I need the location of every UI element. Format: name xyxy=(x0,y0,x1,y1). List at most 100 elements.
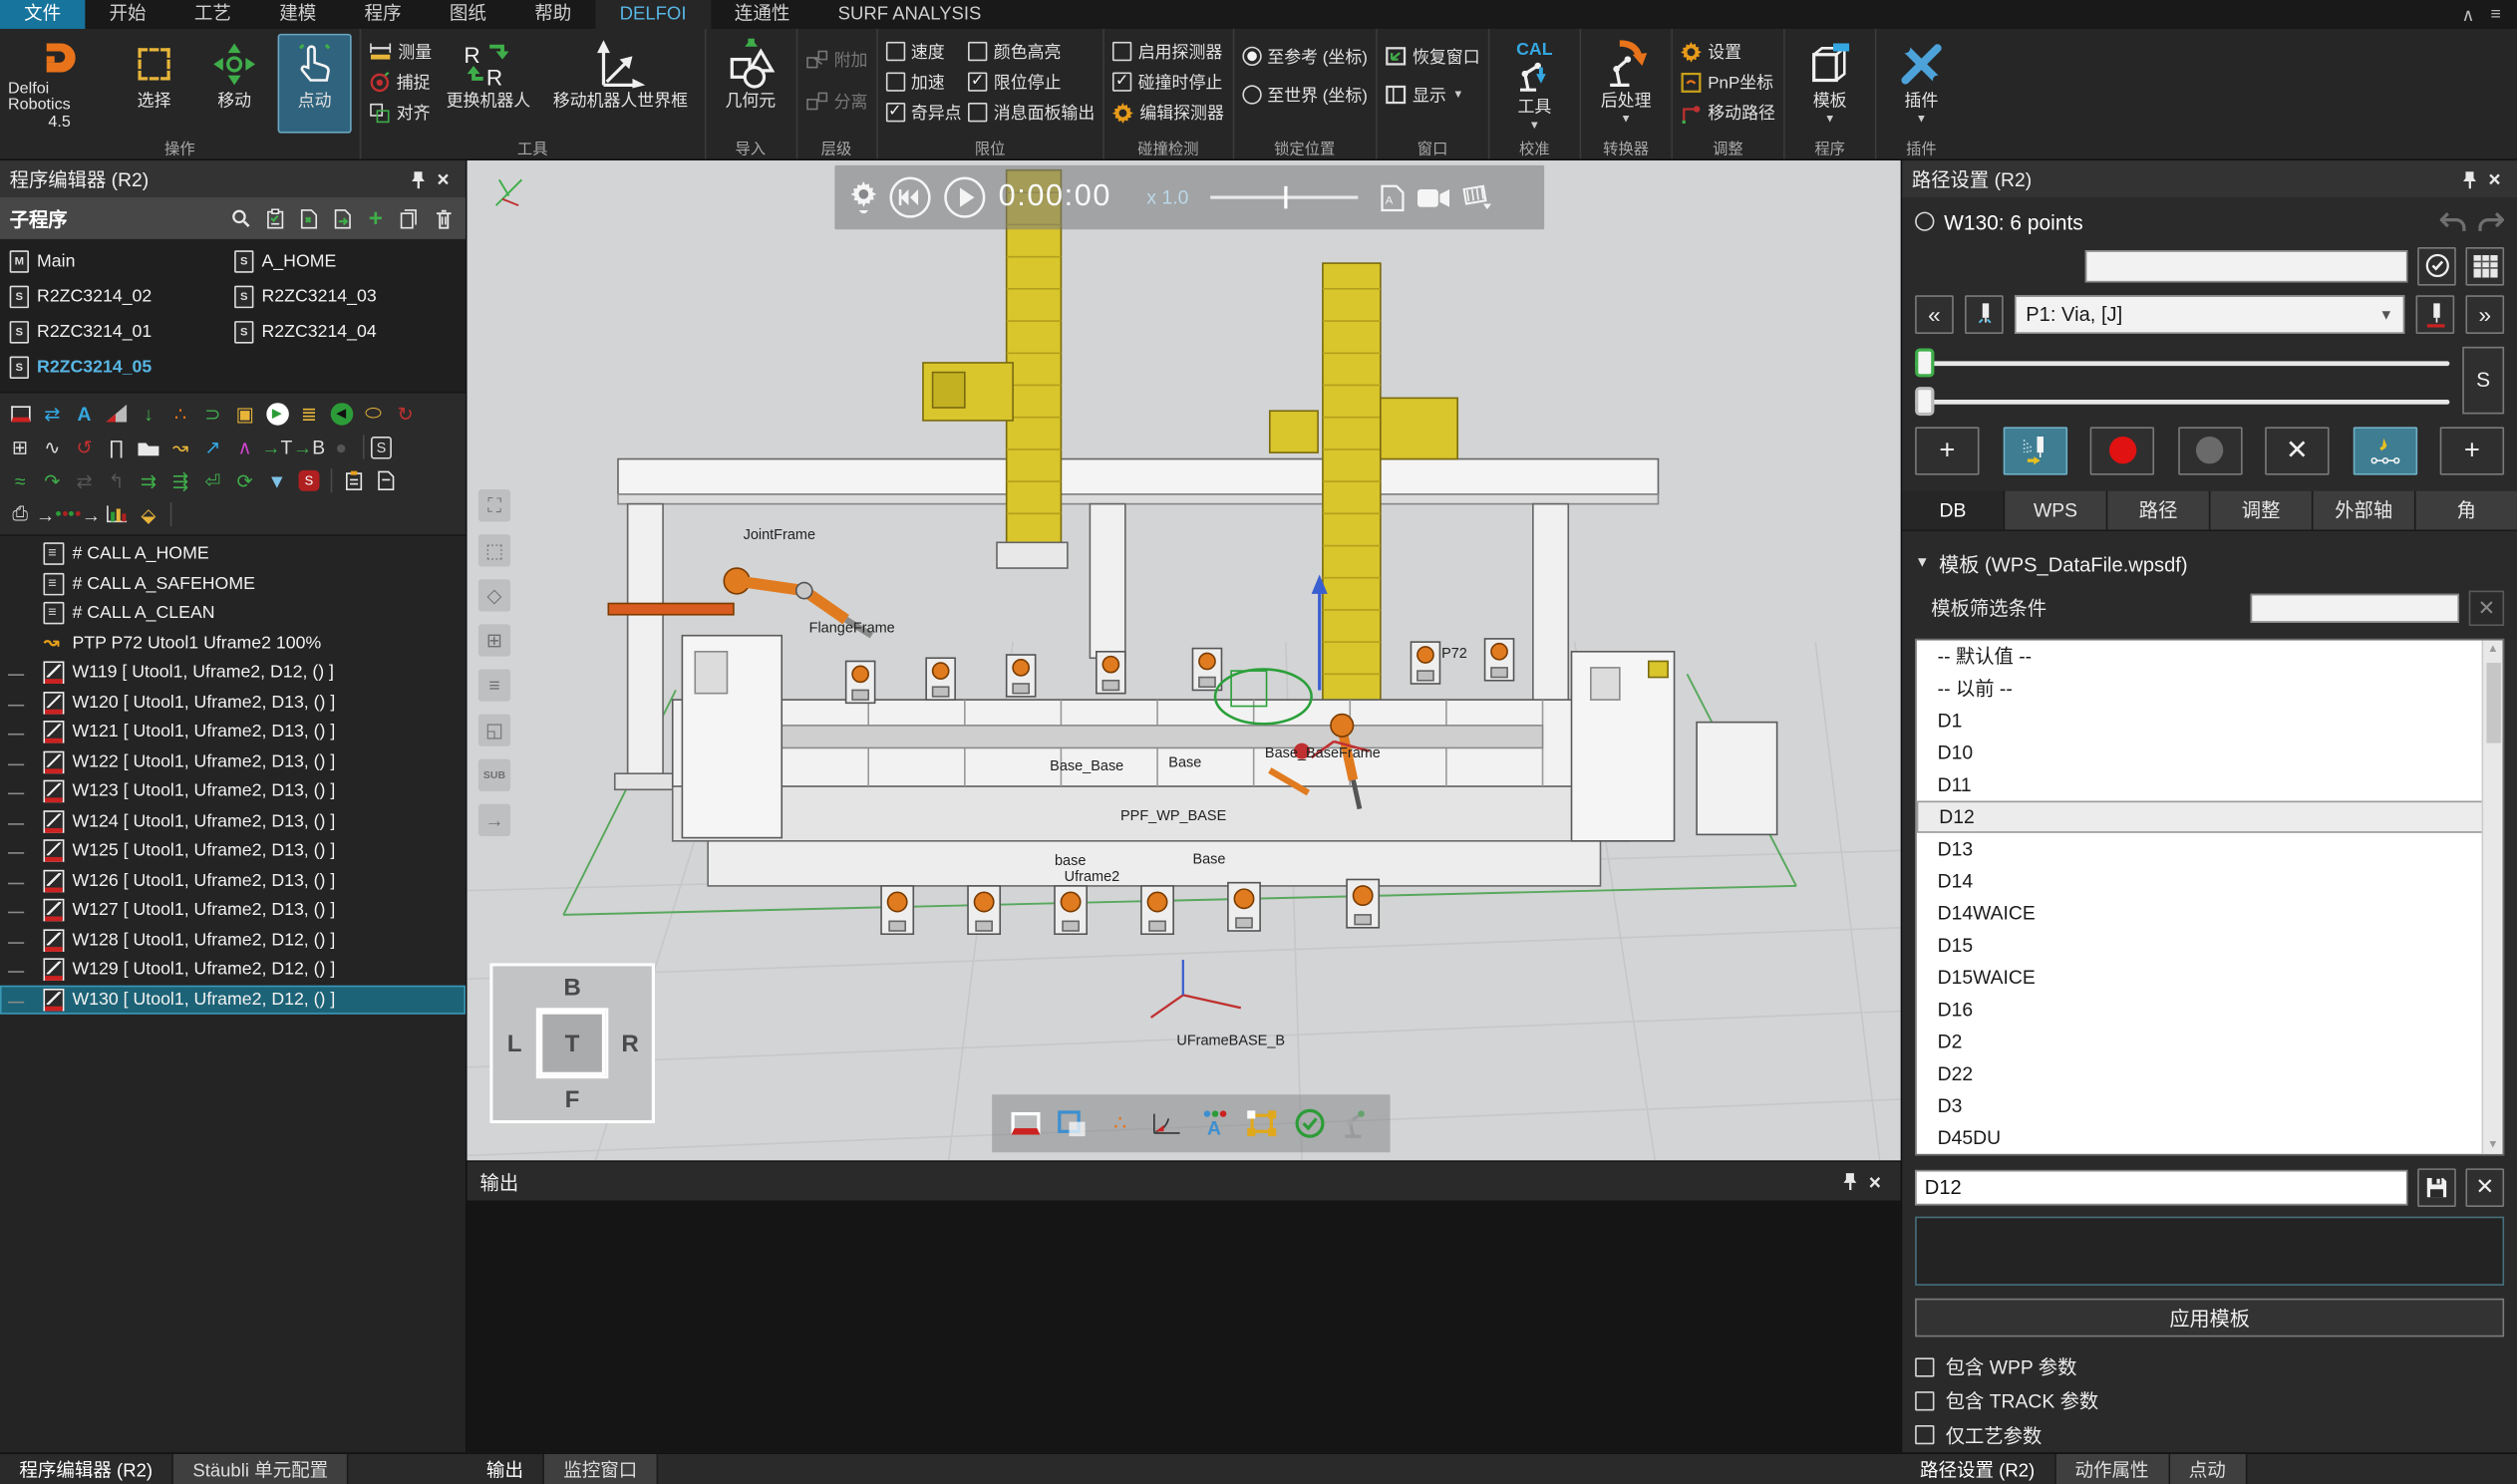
verify-path-button[interactable] xyxy=(2353,427,2416,474)
sub-view-icon[interactable]: SUB xyxy=(478,759,510,791)
move-robot-world-frame-button[interactable]: 移动机器人世界框 xyxy=(545,34,696,134)
view-cube[interactable]: B L T R F xyxy=(489,963,655,1123)
clipboard-icon[interactable] xyxy=(339,465,370,496)
db-template-list[interactable]: -- 默认值 -- -- 以前 -- D1 D10 D11 D12 D13 D1… xyxy=(1915,638,2504,1155)
play-icon[interactable]: ▶ xyxy=(261,398,292,429)
statement-row[interactable]: W119 [ Utool1, Uframe2, D12, () ] xyxy=(0,658,466,688)
frame-select-icon[interactable]: ▣ xyxy=(229,398,260,429)
tool-calibration-button[interactable]: CAL 工具 ▼ xyxy=(1497,34,1571,134)
db-item[interactable]: D15WAICE xyxy=(1917,961,2503,993)
close-icon[interactable]: × xyxy=(2482,166,2508,192)
points-display-icon[interactable]: ∴ xyxy=(1101,1104,1139,1143)
template-filter-input[interactable] xyxy=(2251,593,2459,622)
db-item[interactable]: D2 xyxy=(1917,1025,2503,1056)
singularity-checkbox[interactable]: 奇异点 xyxy=(885,100,961,126)
grid-icon[interactable]: ⊞ xyxy=(5,432,36,462)
move-button[interactable]: 移动 xyxy=(197,34,271,134)
clear-filter-button[interactable]: ✕ xyxy=(2469,590,2504,625)
db-item[interactable]: D45DU xyxy=(1917,1121,2503,1153)
import-program-icon[interactable] xyxy=(295,205,321,231)
prev-point-button[interactable]: « xyxy=(1915,295,1954,334)
select-button[interactable]: 选择 xyxy=(118,34,191,134)
record-button[interactable] xyxy=(2090,427,2154,474)
snap-button[interactable]: 捕捉 xyxy=(369,69,432,95)
statement-row[interactable]: # CALL A_CLEAN xyxy=(0,599,466,629)
to-tool-icon[interactable]: →T xyxy=(261,432,292,462)
loop-icon[interactable]: ↷ xyxy=(37,465,68,496)
template-button[interactable]: 模板 ▼ xyxy=(1793,34,1867,134)
point-table-button[interactable] xyxy=(2465,246,2504,285)
settings-button[interactable]: 设置 xyxy=(1681,39,1775,65)
weld-display-icon[interactable] xyxy=(1006,1104,1045,1143)
conveyor-icon[interactable]: ⬭ xyxy=(358,398,389,429)
zigzag-icon[interactable]: ∏ xyxy=(101,432,132,462)
stop-icon[interactable]: S xyxy=(294,465,325,496)
pan-icon[interactable]: ⊞ xyxy=(478,624,510,656)
include-track-checkbox[interactable]: 包含 TRACK 参数 xyxy=(1915,1383,2504,1417)
refresh-icon[interactable]: ⟳ xyxy=(229,465,260,496)
delete-template-button[interactable]: ✕ xyxy=(2465,1168,2504,1207)
save-template-button[interactable] xyxy=(2417,1168,2456,1207)
menu-tab-modeling[interactable]: 建模 xyxy=(255,0,340,29)
film-strip-icon[interactable] xyxy=(1463,184,1492,210)
playback-settings-gear-icon[interactable] xyxy=(850,181,876,213)
statement-row[interactable]: ↝PTP P72 Utool1 Uframe2 100% xyxy=(0,628,466,658)
swap-icon[interactable]: ⇄ xyxy=(37,398,68,429)
jog-button[interactable]: 点动 xyxy=(278,34,352,134)
add-point-before-button[interactable]: + xyxy=(1915,427,1979,474)
edit-detector-button[interactable]: 编辑探测器 xyxy=(1112,100,1224,126)
db-item[interactable]: D13 xyxy=(1917,832,2503,864)
statusbar-staubli-config-tab[interactable]: Stäubli 单元配置 xyxy=(173,1454,349,1484)
geometry-import-button[interactable]: 几何元 xyxy=(714,34,787,134)
statement-row[interactable]: W121 [ Utool1, Uframe2, D13, () ] xyxy=(0,718,466,747)
statusbar-output-tab[interactable]: 输出 xyxy=(468,1454,544,1484)
statusbar-program-editor-tab[interactable]: 程序编辑器 (R2) xyxy=(0,1454,173,1484)
template-comment-box[interactable] xyxy=(1915,1216,2504,1285)
layers-icon[interactable]: ≡ xyxy=(478,670,510,702)
program-item-main[interactable]: MMain xyxy=(10,247,234,276)
section-icon[interactable]: ◱ xyxy=(478,715,510,746)
pin-icon[interactable] xyxy=(1836,1168,1862,1194)
statusbar-jog-tab[interactable]: 点动 xyxy=(2169,1454,2246,1484)
weld-statement-icon[interactable] xyxy=(5,398,36,429)
include-wpp-checkbox[interactable]: 包含 WPP 参数 xyxy=(1915,1349,2504,1383)
point-dropdown[interactable]: P1: Via, [J]▼ xyxy=(2015,295,2404,334)
speed-checkbox[interactable]: 速度 xyxy=(885,39,961,65)
statusbar-monitor-tab[interactable]: 监控窗口 xyxy=(544,1454,658,1484)
path-magenta-icon[interactable]: ∧ xyxy=(229,432,260,462)
program-item-a-home[interactable]: SA_HOME xyxy=(234,247,459,276)
menu-tab-program[interactable]: 程序 xyxy=(340,0,425,29)
color-highlight-checkbox[interactable]: 颜色高亮 xyxy=(968,39,1095,65)
add-point-after-button[interactable]: + xyxy=(2440,427,2504,474)
db-item-selected[interactable]: D12 xyxy=(1917,800,2503,832)
path-position-slider[interactable] xyxy=(1915,351,2449,374)
plugins-button[interactable]: 插件 ▼ xyxy=(1884,34,1958,134)
path-points-icon[interactable]: ∴ xyxy=(165,398,196,429)
insert-point-icon[interactable]: ↓ xyxy=(134,398,164,429)
statusbar-motion-props-tab[interactable]: 动作属性 xyxy=(2055,1454,2169,1484)
pnp-coordinates-button[interactable]: PnP坐标 xyxy=(1681,69,1775,95)
menu-tab-process[interactable]: 工艺 xyxy=(170,0,255,29)
program-item[interactable]: SR2ZC3214_02 xyxy=(10,282,234,311)
process-params-only-checkbox[interactable]: 仅工艺参数 xyxy=(1915,1418,2504,1452)
rewind-button[interactable] xyxy=(889,176,931,218)
menu-tab-start[interactable]: 开始 xyxy=(85,0,169,29)
tab-wps[interactable]: WPS xyxy=(2005,490,2107,529)
collapse-triangle-icon[interactable]: ▼ xyxy=(1915,554,1929,570)
program-item-selected[interactable]: SR2ZC3214_05 xyxy=(10,353,234,382)
delete-point-button[interactable]: ✕ xyxy=(2265,427,2329,474)
undo-icon[interactable] xyxy=(2440,210,2467,234)
to-reference-radio[interactable]: 至参考 (坐标) xyxy=(1242,43,1368,69)
close-icon[interactable]: × xyxy=(431,166,457,192)
pdf-export-icon[interactable]: A xyxy=(1382,183,1406,210)
text-display-icon[interactable]: A xyxy=(1195,1104,1234,1143)
align-button[interactable]: 对齐 xyxy=(369,100,432,126)
db-item[interactable]: D10 xyxy=(1917,736,2503,767)
set-lines-icon[interactable]: ≈ xyxy=(5,465,36,496)
enable-detector-checkbox[interactable]: 启用探测器 xyxy=(1112,39,1224,65)
tab-external-axis[interactable]: 外部轴 xyxy=(2313,490,2415,529)
restore-window-button[interactable]: 恢复窗口 xyxy=(1386,43,1480,69)
path-yellow-icon[interactable]: ↝ xyxy=(165,432,196,462)
jump-icon[interactable]: → xyxy=(478,804,510,836)
view-cube-top[interactable]: T xyxy=(539,1012,605,1075)
